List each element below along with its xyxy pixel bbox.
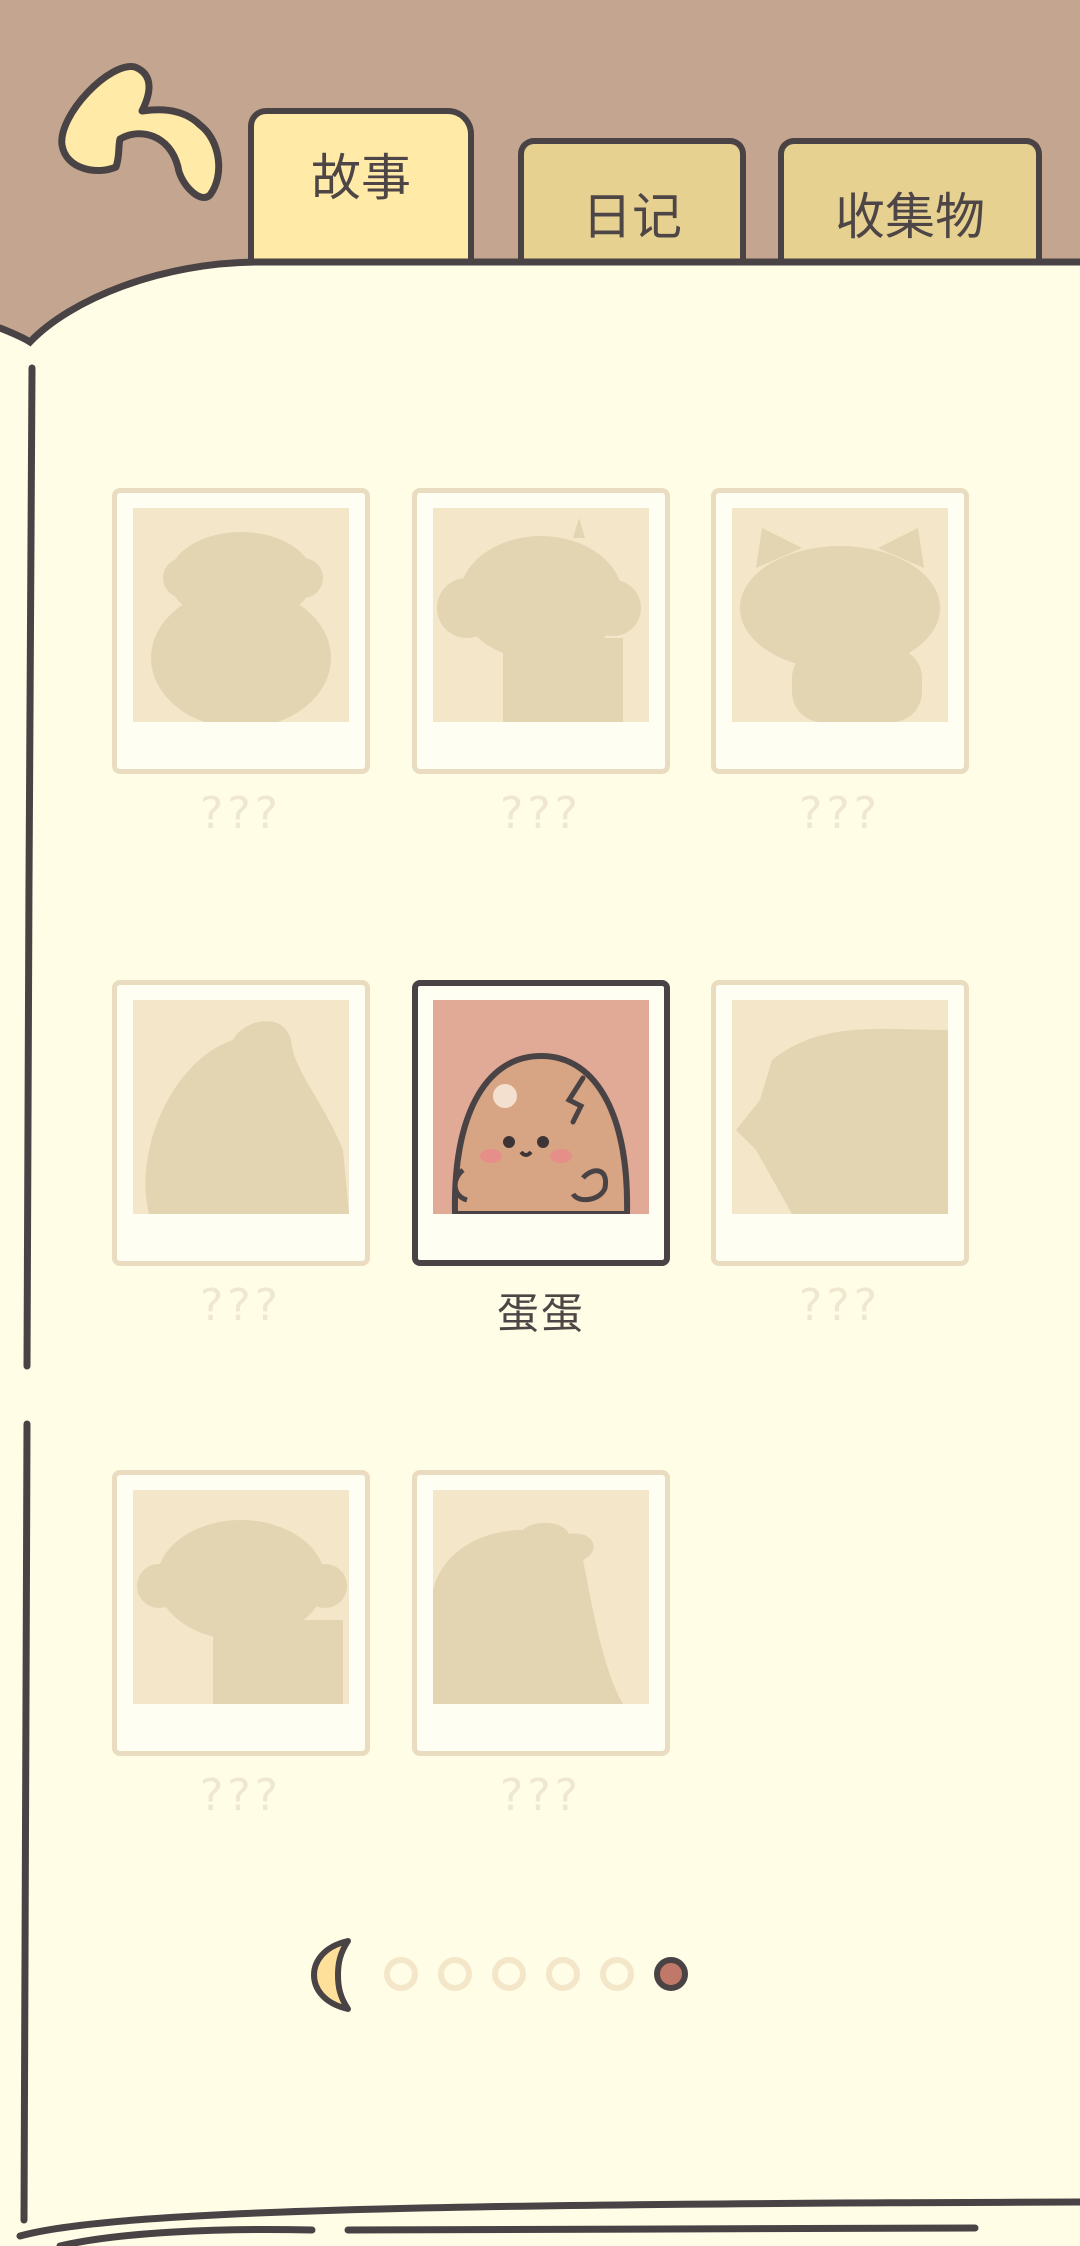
- character-card[interactable]: [711, 980, 969, 1266]
- character-name: ???: [199, 1280, 283, 1331]
- character-card[interactable]: [711, 488, 969, 774]
- character-silhouette: [133, 508, 349, 722]
- page-dot-2[interactable]: [438, 1957, 472, 1991]
- character-silhouette: [433, 1490, 649, 1704]
- character-card[interactable]: [112, 1470, 370, 1756]
- character-name: ???: [798, 1280, 882, 1331]
- page-dot-4[interactable]: [546, 1957, 580, 1991]
- page-dot-1[interactable]: [384, 1957, 418, 1991]
- character-name: ???: [499, 788, 583, 839]
- character-silhouette: [433, 508, 649, 722]
- page-dot-6-current[interactable]: [654, 1957, 688, 1991]
- previous-page-button[interactable]: [310, 1937, 360, 2013]
- character-name: ???: [199, 1770, 283, 1821]
- character-name: 蛋蛋: [496, 1289, 585, 1338]
- character-card[interactable]: [412, 488, 670, 774]
- half-moon-arrow-icon: [311, 1938, 351, 2012]
- page-dot-5[interactable]: [600, 1957, 634, 1991]
- character-card[interactable]: [112, 980, 370, 1266]
- character-silhouette: [732, 1000, 948, 1214]
- page-dot-3[interactable]: [492, 1957, 526, 1991]
- character-name: ???: [798, 788, 882, 839]
- character-silhouette: [133, 1490, 349, 1704]
- character-card[interactable]: [412, 1470, 670, 1756]
- character-name: ???: [199, 788, 283, 839]
- character-card[interactable]: [112, 488, 370, 774]
- character-silhouette: [732, 508, 948, 722]
- character-card-egg[interactable]: [412, 980, 670, 1266]
- character-name: ???: [499, 1770, 583, 1821]
- egg-character-portrait: [433, 1000, 649, 1214]
- character-silhouette: [133, 1000, 349, 1214]
